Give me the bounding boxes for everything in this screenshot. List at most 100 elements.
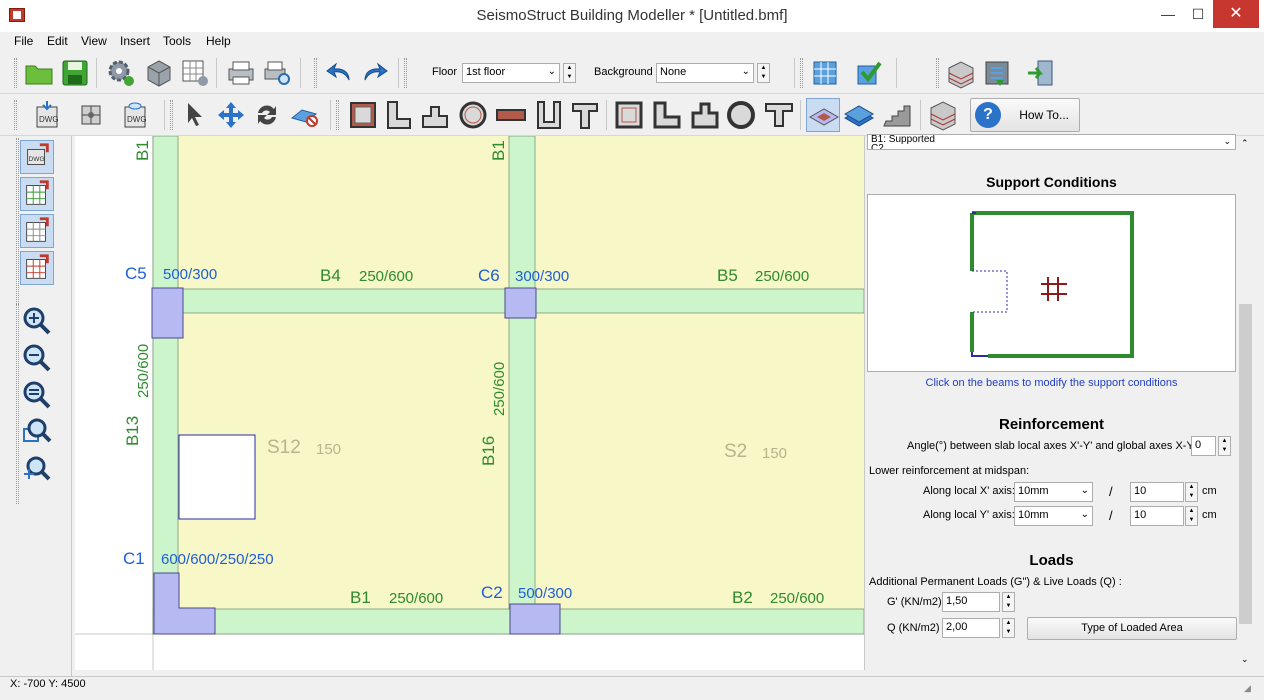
menu-view[interactable]: View bbox=[81, 34, 107, 48]
print-preview-button[interactable] bbox=[260, 56, 294, 90]
dwg-layers-button[interactable] bbox=[74, 98, 108, 132]
angle-input[interactable]: 0 bbox=[1191, 436, 1216, 456]
menu-file[interactable]: File bbox=[14, 34, 33, 48]
floor-stepper[interactable]: ▲ ▼ bbox=[563, 63, 576, 83]
menu-edit[interactable]: Edit bbox=[47, 34, 68, 48]
snap-objects-button[interactable] bbox=[20, 251, 54, 285]
zoom-in-button[interactable] bbox=[20, 304, 54, 338]
maximize-button[interactable]: ☐ bbox=[1183, 0, 1213, 28]
along-y-spacing-input[interactable]: 10 bbox=[1130, 506, 1184, 526]
support-diagram[interactable] bbox=[867, 194, 1236, 372]
wall-button[interactable] bbox=[494, 98, 528, 132]
g-load-input[interactable]: 1,50 bbox=[942, 592, 1000, 612]
exit-button[interactable] bbox=[1024, 56, 1058, 90]
check-model-button[interactable] bbox=[852, 56, 886, 90]
building-view-button[interactable] bbox=[926, 98, 960, 132]
q-load-input[interactable]: 2,00 bbox=[942, 618, 1000, 638]
u-wall-button[interactable] bbox=[532, 98, 566, 132]
stairs-button[interactable] bbox=[880, 98, 914, 132]
t-beam-icon bbox=[691, 102, 719, 129]
select-tool-button[interactable] bbox=[178, 98, 212, 132]
scroll-up-icon[interactable]: ⌃ bbox=[1241, 138, 1249, 149]
settings-button[interactable] bbox=[104, 56, 138, 90]
zoom-window-button[interactable] bbox=[20, 415, 54, 449]
along-y-spacing-stepper[interactable]: ▲ ▼ bbox=[1185, 506, 1198, 526]
menu-insert[interactable]: Insert bbox=[120, 34, 150, 48]
minimize-button[interactable]: — bbox=[1153, 0, 1183, 28]
snap-grid-color-button[interactable] bbox=[20, 177, 54, 211]
opening-edge bbox=[972, 270, 1008, 313]
support-list-dropdown[interactable]: B1: Supported C2 ⌄ bbox=[867, 134, 1236, 150]
support-hint: Click on the beams to modify the support… bbox=[925, 377, 1178, 389]
slab-tool-button[interactable] bbox=[806, 98, 840, 132]
t-column-button[interactable] bbox=[418, 98, 452, 132]
resize-grip-icon[interactable]: ◢ bbox=[1244, 683, 1251, 694]
background-select[interactable]: None ⌄ bbox=[656, 63, 754, 83]
i-beam-button[interactable] bbox=[762, 98, 796, 132]
column-c6[interactable] bbox=[504, 287, 537, 319]
view-toolbar: DWG bbox=[14, 136, 72, 676]
close-button[interactable]: ✕ bbox=[1213, 0, 1259, 28]
angle-stepper[interactable]: ▲ ▼ bbox=[1218, 436, 1231, 456]
t-beam-button[interactable] bbox=[688, 98, 722, 132]
type-of-loaded-area-button[interactable]: Type of Loaded Area bbox=[1027, 617, 1237, 640]
q-load-stepper[interactable]: ▲ ▼ bbox=[1002, 618, 1015, 638]
t-wall-button[interactable] bbox=[568, 98, 602, 132]
support-sketch bbox=[970, 211, 1134, 358]
circular-column-button[interactable] bbox=[456, 98, 490, 132]
move-tool-button[interactable] bbox=[214, 98, 248, 132]
l-column-button[interactable] bbox=[382, 98, 416, 132]
reinforcement-title: Reinforcement bbox=[998, 416, 1105, 433]
model-3d-button[interactable] bbox=[142, 56, 176, 90]
structure-3d-button[interactable] bbox=[944, 56, 978, 90]
menu-tools[interactable]: Tools bbox=[163, 34, 191, 48]
scrollbar-thumb[interactable] bbox=[1239, 304, 1252, 624]
rotate-tool-button[interactable] bbox=[250, 98, 284, 132]
undo-button[interactable] bbox=[322, 56, 356, 90]
print-button[interactable] bbox=[224, 56, 258, 90]
along-x-spacing-input[interactable]: 10 bbox=[1130, 482, 1184, 502]
open-folder-button[interactable] bbox=[22, 56, 56, 90]
save-button[interactable] bbox=[58, 56, 92, 90]
export-structure-button[interactable] bbox=[980, 56, 1014, 90]
along-y-diameter-select[interactable]: 10mm ⌄ bbox=[1014, 506, 1093, 526]
dwg-overlay-button[interactable]: DWG bbox=[20, 140, 54, 174]
floor-select[interactable]: 1st floor ⌄ bbox=[462, 63, 560, 83]
redo-button[interactable] bbox=[358, 56, 392, 90]
zoom-pan-button[interactable] bbox=[20, 452, 54, 486]
g-load-stepper[interactable]: ▲ ▼ bbox=[1002, 592, 1015, 612]
panel-scrollbar[interactable]: ⌃ ⌄ bbox=[1237, 136, 1254, 670]
delete-tool-button[interactable] bbox=[288, 98, 322, 132]
import-dwg-button[interactable]: DWG bbox=[30, 98, 64, 132]
column-c2[interactable] bbox=[509, 603, 561, 635]
plan-canvas[interactable]: C5 500/300 C6 300/300 C1 600/600/250/250… bbox=[75, 136, 864, 670]
slab-load-button[interactable] bbox=[842, 98, 876, 132]
menu-help[interactable]: Help bbox=[206, 34, 231, 48]
beam-b1-b2[interactable] bbox=[152, 608, 864, 635]
zoom-fit-button[interactable] bbox=[20, 378, 54, 412]
along-x-diameter-select[interactable]: 10mm ⌄ bbox=[1014, 482, 1093, 502]
beam-label: B1 bbox=[133, 140, 152, 161]
rect-column-button[interactable] bbox=[346, 98, 380, 132]
column-c5[interactable] bbox=[151, 287, 184, 339]
snap-grid-button[interactable] bbox=[20, 214, 54, 248]
beam-b16[interactable] bbox=[508, 136, 536, 635]
scroll-down-icon[interactable]: ⌄ bbox=[1241, 654, 1249, 665]
building-grid-button[interactable] bbox=[808, 56, 842, 90]
circular-beam-button[interactable] bbox=[724, 98, 758, 132]
export-structure-icon bbox=[985, 61, 1009, 86]
grid-settings-button[interactable] bbox=[178, 56, 212, 90]
reinforcement-symbol bbox=[1041, 277, 1067, 301]
view-dwg-button[interactable]: DWG bbox=[118, 98, 152, 132]
structure-icon bbox=[948, 61, 974, 89]
floor-label: Floor bbox=[432, 66, 458, 78]
rect-beam-button[interactable] bbox=[612, 98, 646, 132]
cursor-arrow-icon bbox=[188, 103, 202, 126]
background-stepper[interactable]: ▲ ▼ bbox=[757, 63, 770, 83]
along-x-spacing-stepper[interactable]: ▲ ▼ bbox=[1185, 482, 1198, 502]
zoom-out-button[interactable] bbox=[20, 341, 54, 375]
svg-text:DWG: DWG bbox=[39, 115, 59, 124]
slab-opening[interactable] bbox=[178, 434, 256, 520]
how-to-button[interactable]: ? How To... bbox=[970, 98, 1080, 132]
l-beam-button[interactable] bbox=[650, 98, 684, 132]
